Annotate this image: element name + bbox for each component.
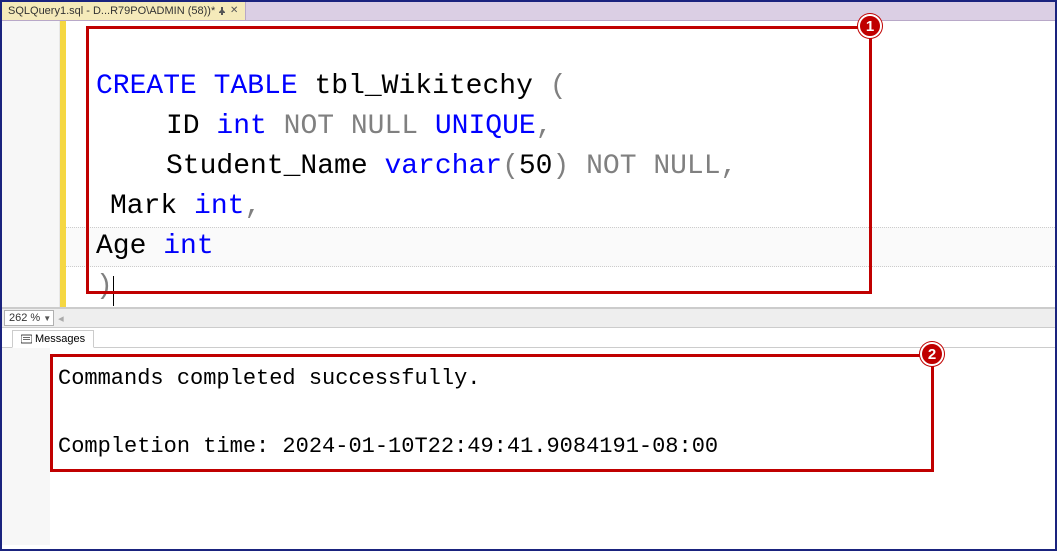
text-caret [113, 276, 114, 306]
kw-unique: UNIQUE [418, 111, 536, 142]
col-id: ID [166, 111, 216, 142]
col-mark: Mark [110, 191, 194, 222]
kw-create: CREATE [96, 71, 197, 102]
kw-not: NOT [267, 111, 334, 142]
code-content[interactable]: CREATE TABLE tbl_Wikitechy ( ID int NOT … [66, 21, 1055, 307]
close-icon[interactable]: ✕ [229, 6, 239, 16]
messages-pane: Commands completed successfully. Complet… [2, 348, 1055, 545]
msg-completion-time: Completion time: 2024-01-10T22:49:41.908… [58, 434, 718, 459]
type-int: int [216, 111, 266, 142]
tab-title: SQLQuery1.sql - D...R79PO\ADMIN (58))* [8, 5, 215, 17]
messages-text[interactable]: Commands completed successfully. Complet… [50, 348, 1055, 545]
comma: , [536, 111, 553, 142]
pin-icon[interactable] [218, 7, 226, 15]
type-int3: int [163, 231, 213, 262]
comma2: , [721, 151, 738, 182]
annotation-badge-2: 2 [920, 342, 944, 366]
annotation-badge-1: 1 [858, 14, 882, 38]
zoom-divider: ◂ [58, 312, 64, 325]
type-int2: int [194, 191, 244, 222]
messages-tab[interactable]: Messages [12, 330, 94, 348]
type-varchar: varchar [384, 151, 502, 182]
document-tabstrip: SQLQuery1.sql - D...R79PO\ADMIN (58))* ✕ [2, 2, 1055, 21]
msg-success: Commands completed successfully. [58, 366, 480, 391]
app-frame: SQLQuery1.sql - D...R79PO\ADMIN (58))* ✕… [0, 0, 1057, 551]
messages-gutter [2, 348, 50, 545]
badge-2-num: 2 [928, 346, 936, 363]
paren-close2: ) [552, 151, 569, 182]
zoom-value: 262 % [9, 312, 40, 324]
zoom-bar: 262 % ▼ ◂ [2, 308, 1055, 328]
editor-gutter [2, 21, 60, 307]
messages-tab-label: Messages [35, 333, 85, 345]
paren-open: ( [550, 71, 567, 102]
kw-table: TABLE [214, 71, 298, 102]
num-50: 50 [519, 151, 553, 182]
kw-not2: NOT [569, 151, 636, 182]
zoom-dropdown[interactable]: 262 % ▼ [4, 310, 54, 326]
comma3: , [244, 191, 261, 222]
current-line-highlight [66, 227, 1055, 267]
kw-null: NULL [334, 111, 418, 142]
col-age: Age [96, 231, 163, 262]
sql-editor[interactable]: CREATE TABLE tbl_Wikitechy ( ID int NOT … [2, 21, 1055, 308]
kw-null2: NULL [637, 151, 721, 182]
results-tabstrip: Messages [2, 328, 1055, 348]
paren-close: ) [96, 271, 113, 302]
document-tab[interactable]: SQLQuery1.sql - D...R79PO\ADMIN (58))* ✕ [2, 2, 246, 20]
col-student: Student_Name [166, 151, 384, 182]
paren-open2: ( [502, 151, 519, 182]
chevron-down-icon: ▼ [43, 314, 51, 323]
badge-1-num: 1 [866, 18, 874, 35]
tbl-name: tbl_Wikitechy [298, 71, 550, 102]
messages-icon [21, 334, 32, 345]
